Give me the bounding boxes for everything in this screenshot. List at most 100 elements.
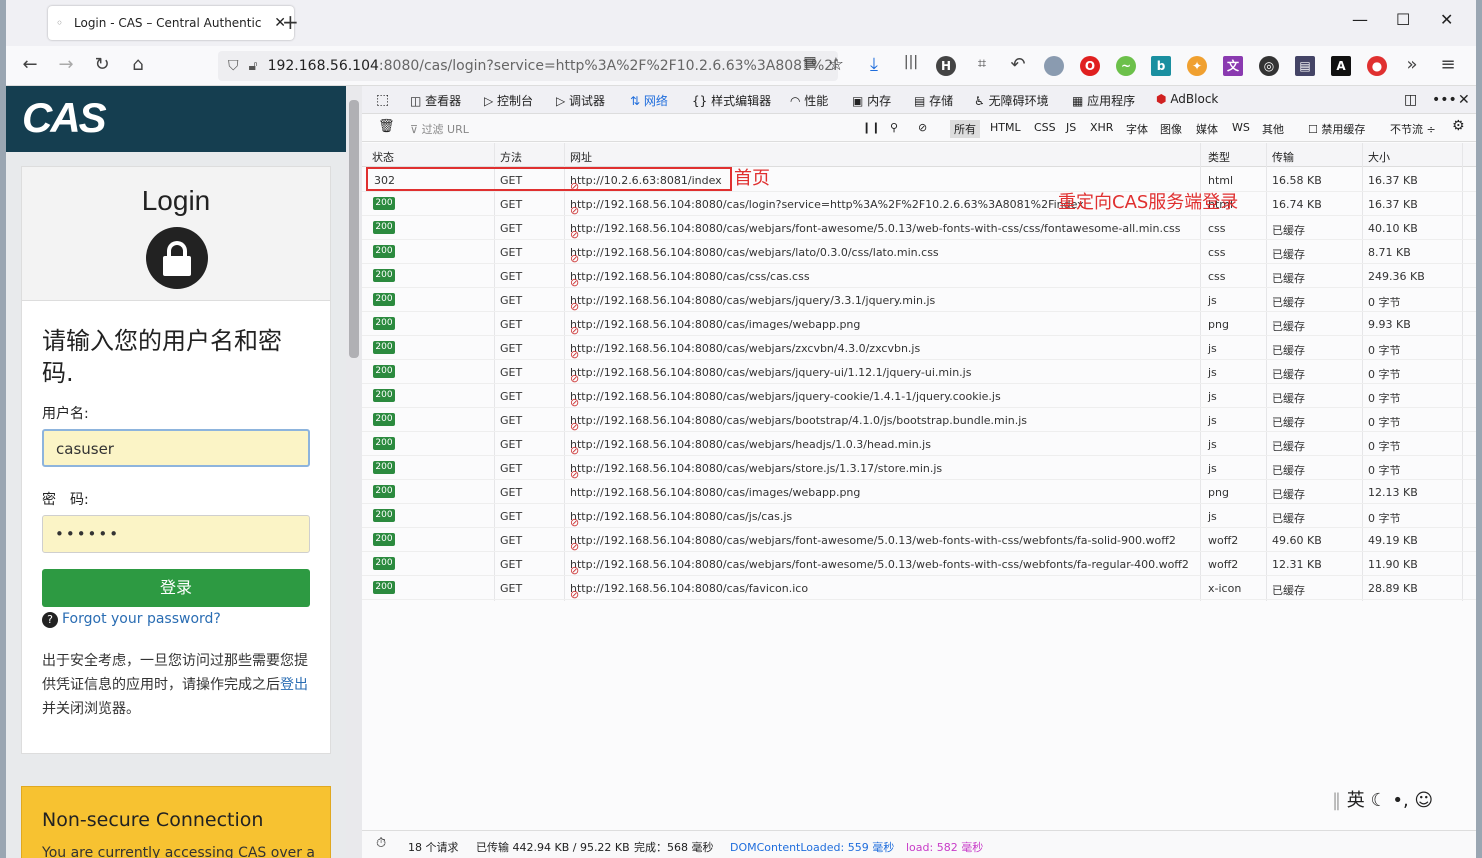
filter-html[interactable]: HTML bbox=[990, 121, 1021, 134]
tab-accessibility[interactable]: ♿︎ 无障碍环境 bbox=[974, 92, 1049, 109]
ime-toolbar[interactable]: ‖ 英 ☾ •, ☺ bbox=[1332, 786, 1433, 812]
block-icon[interactable]: ⊘ bbox=[918, 121, 927, 134]
filter-url-input[interactable]: ⊽ 过滤 URL bbox=[410, 121, 469, 137]
filter-ws[interactable]: WS bbox=[1232, 121, 1250, 134]
overflow-chevron-icon[interactable]: » bbox=[1400, 54, 1424, 75]
note-text-after: 并关闭浏览器。 bbox=[42, 701, 140, 717]
scrollbar-thumb[interactable] bbox=[349, 100, 359, 358]
request-row[interactable]: 200 GET ⊘ http://192.168.56.104:8080/cas/we… bbox=[362, 456, 1476, 481]
request-row[interactable]: 200 GET ⊘ http://192.168.56.104:8080/cas/we… bbox=[362, 216, 1476, 241]
col-method[interactable]: 方法 bbox=[500, 149, 522, 165]
download-icon[interactable]: ⤓ bbox=[862, 54, 886, 75]
menu-icon[interactable]: ≡ bbox=[1436, 54, 1460, 75]
extension-green-icon[interactable]: ~ bbox=[1116, 56, 1136, 76]
tab-debugger[interactable]: ▷ 调试器 bbox=[556, 92, 605, 109]
tab-adblock[interactable]: ⬢ AdBlock bbox=[1156, 92, 1218, 106]
minimize-icon[interactable]: — bbox=[1352, 10, 1368, 29]
logout-link[interactable]: 登出 bbox=[280, 677, 308, 693]
col-url[interactable]: 网址 bbox=[570, 149, 592, 165]
request-row[interactable]: 200 GET ⊘ http://192.168.56.104:8080/cas/we… bbox=[362, 528, 1476, 553]
page-scrollbar[interactable] bbox=[346, 86, 362, 858]
filter-other[interactable]: 其他 bbox=[1262, 121, 1284, 137]
tab-memory[interactable]: ▣ 内存 bbox=[852, 92, 891, 109]
request-row[interactable]: 200 GET ⊘ http://192.168.56.104:8080/cas/we… bbox=[362, 360, 1476, 385]
filter-css[interactable]: CSS bbox=[1034, 121, 1056, 134]
insecure-request-icon: ⊘ bbox=[570, 588, 580, 601]
filter-js[interactable]: JS bbox=[1066, 121, 1076, 134]
request-row[interactable]: 200 GET ⊘ http://192.168.56.104:8080/cas/fa… bbox=[362, 576, 1476, 601]
request-row[interactable]: 200 GET ⊘ http://192.168.56.104:8080/cas/we… bbox=[362, 240, 1476, 265]
request-row[interactable]: 200 GET ⊘ http://192.168.56.104:8080/cas/lo… bbox=[362, 192, 1476, 217]
extension-globe-icon[interactable]: ◎ bbox=[1259, 56, 1279, 76]
back-icon[interactable]: ← bbox=[18, 54, 42, 75]
bookmark-star-icon[interactable]: ☆ bbox=[824, 54, 848, 75]
filter-images[interactable]: 图像 bbox=[1160, 121, 1182, 137]
tab-performance[interactable]: ◠ 性能 bbox=[790, 92, 828, 109]
more-options-icon[interactable]: ••• bbox=[1432, 92, 1457, 108]
forward-icon[interactable]: → bbox=[54, 54, 78, 75]
trash-icon[interactable]: 🗑︎ bbox=[378, 119, 395, 134]
emoji-icon[interactable]: ☺ bbox=[1414, 790, 1433, 811]
bing-icon[interactable]: b bbox=[1151, 56, 1171, 76]
extension-h-icon[interactable]: H bbox=[936, 56, 956, 76]
col-status[interactable]: 状态 bbox=[372, 149, 394, 165]
username-field[interactable]: casuser bbox=[42, 429, 310, 467]
request-row[interactable]: 200 GET ⊘ http://192.168.56.104:8080/cas/im… bbox=[362, 312, 1476, 337]
request-row[interactable]: 200 GET ⊘ http://192.168.56.104:8080/cas/we… bbox=[362, 552, 1476, 577]
request-row[interactable]: 200 GET http://192.168.56.104:8080/cas/ima… bbox=[362, 480, 1476, 504]
library-icon[interactable]: ||| bbox=[899, 54, 923, 70]
filter-fonts[interactable]: 字体 bbox=[1126, 121, 1148, 137]
col-transfer[interactable]: 传输 bbox=[1272, 149, 1294, 165]
opera-icon[interactable]: O bbox=[1080, 56, 1100, 76]
extension-grid-icon[interactable]: ▤ bbox=[1295, 56, 1315, 76]
undo-icon[interactable]: ↶ bbox=[1006, 54, 1030, 75]
crop-icon[interactable]: ⌗ bbox=[970, 54, 994, 72]
request-row[interactable]: 200 GET ⊘ http://192.168.56.104:8080/cas/we… bbox=[362, 336, 1476, 361]
element-picker-icon[interactable]: ⬚ bbox=[376, 92, 389, 108]
close-window-icon[interactable]: ✕ bbox=[1440, 10, 1453, 29]
tab-application[interactable]: ▦ 应用程序 bbox=[1072, 92, 1135, 109]
tab-style-editor[interactable]: {} 样式编辑器 bbox=[692, 92, 771, 109]
filter-xhr[interactable]: XHR bbox=[1090, 121, 1113, 134]
request-row[interactable]: 200 GET ⊘ http://192.168.56.104:8080/cas/we… bbox=[362, 288, 1476, 313]
punct-icon[interactable]: •, bbox=[1392, 790, 1408, 811]
ime-lang[interactable]: 英 bbox=[1347, 790, 1365, 811]
browser-tab[interactable]: ◦ Login - CAS – Central Authentic ✕ bbox=[48, 6, 294, 40]
extension-circle-icon[interactable] bbox=[1044, 56, 1064, 76]
forgot-password-link[interactable]: ? Forgot your password? bbox=[42, 611, 221, 628]
col-type[interactable]: 类型 bbox=[1208, 149, 1230, 165]
request-row[interactable]: 200 GET ⊘ http://192.168.56.104:8080/cas/cs… bbox=[362, 264, 1476, 289]
request-row[interactable]: 200 GET ⊘ http://192.168.56.104:8080/cas/we… bbox=[362, 432, 1476, 457]
dock-icon[interactable]: ◫ bbox=[1404, 92, 1417, 108]
qr-code-icon[interactable]: ▦ bbox=[798, 54, 822, 70]
maximize-icon[interactable]: ☐ bbox=[1396, 10, 1410, 29]
search-icon[interactable]: ⚲ bbox=[890, 121, 898, 134]
extension-orange-icon[interactable]: ✦ bbox=[1187, 56, 1207, 76]
new-tab-icon[interactable]: + bbox=[282, 10, 299, 34]
extension-red-icon[interactable]: ● bbox=[1367, 56, 1387, 76]
filter-media[interactable]: 媒体 bbox=[1196, 121, 1218, 137]
throttle-select[interactable]: 不节流 ÷ bbox=[1390, 121, 1436, 137]
reload-icon[interactable]: ↻ bbox=[90, 54, 114, 75]
filter-all[interactable]: 所有 bbox=[950, 120, 980, 138]
font-extension-icon[interactable]: A bbox=[1331, 56, 1351, 76]
translate-icon[interactable]: 文 bbox=[1223, 56, 1243, 76]
pause-icon[interactable]: ❙❙ bbox=[862, 121, 880, 134]
request-row[interactable]: 200 GET ⊘ http://192.168.56.104:8080/cas/we… bbox=[362, 408, 1476, 433]
moon-icon[interactable]: ☾ bbox=[1370, 790, 1386, 811]
settings-gear-icon[interactable]: ⚙ bbox=[1452, 118, 1465, 134]
address-bar[interactable]: ⛉ 🔓︎ 192.168.56.104:8080/cas/login?servi… bbox=[218, 51, 838, 81]
request-row[interactable]: 200 GET ⊘ http://192.168.56.104:8080/cas/js… bbox=[362, 504, 1476, 529]
tab-console[interactable]: ▷ 控制台 bbox=[484, 92, 533, 109]
tab-inspector[interactable]: ◫ 查看器 bbox=[410, 92, 461, 109]
tab-network[interactable]: ⇅ 网络 bbox=[630, 92, 668, 116]
col-size[interactable]: 大小 bbox=[1368, 149, 1390, 165]
home-icon[interactable]: ⌂ bbox=[126, 54, 150, 75]
disable-cache-checkbox[interactable]: ☐ 禁用缓存 bbox=[1308, 121, 1365, 137]
request-type: woff2 bbox=[1208, 558, 1239, 571]
tab-storage[interactable]: ▤ 存储 bbox=[914, 92, 953, 109]
request-row[interactable]: 200 GET ⊘ http://192.168.56.104:8080/cas/we… bbox=[362, 384, 1476, 409]
close-devtools-icon[interactable]: ✕ bbox=[1458, 92, 1470, 108]
password-field[interactable]: •••••• bbox=[42, 515, 310, 553]
login-button[interactable]: 登录 bbox=[42, 569, 310, 607]
